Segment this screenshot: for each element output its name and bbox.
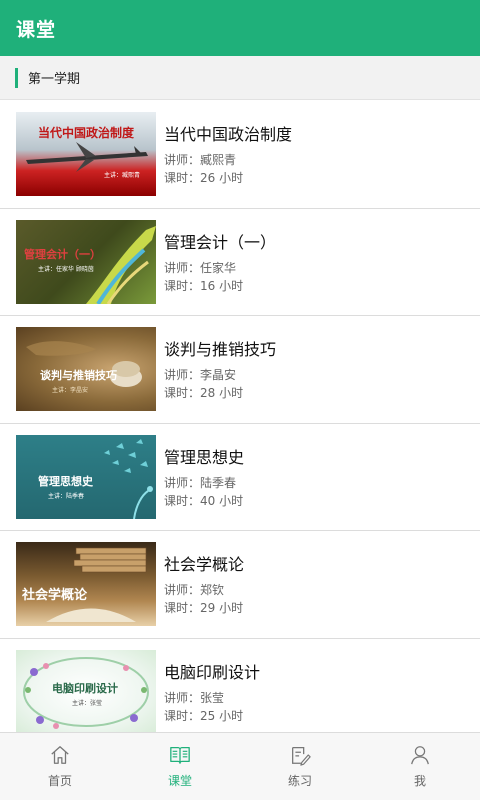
- course-hours: 课时：40 小时: [164, 493, 244, 508]
- course-teacher: 讲师：臧熙青: [164, 153, 237, 168]
- thumbnail-title: 当代中国政治制度: [38, 126, 135, 141]
- home-icon: [51, 746, 69, 764]
- thumbnail-title: 管理会计（一）: [24, 247, 101, 261]
- course-item[interactable]: 谈判与推销技巧 主讲：李晶安 谈判与推销技巧 讲师：李晶安 课时：28 小时: [0, 316, 480, 424]
- course-title: 谈判与推销技巧: [164, 340, 277, 360]
- tab-classroom[interactable]: 课堂: [120, 733, 240, 800]
- tab-classroom-label: 课堂: [167, 774, 192, 788]
- course-thumbnail: 当代中国政治制度 主讲：臧熙青: [16, 112, 156, 197]
- course-hours: 课时：28 小时: [164, 386, 244, 401]
- tab-home-label: 首页: [47, 774, 72, 788]
- course-info: 当代中国政治制度 讲师：臧熙青 课时：26 小时: [164, 121, 292, 187]
- course-item[interactable]: 当代中国政治制度 主讲：臧熙青 当代中国政治制度 讲师：臧熙青 课时：26 小时: [0, 101, 480, 209]
- course-item[interactable]: 社会学概论 社会学概论 讲师：郑钦 课时：29 小时: [0, 531, 480, 639]
- course-thumbnail: 电脑印刷设计 主讲：张莹: [16, 649, 156, 732]
- thumbnail-title: 谈判与推销技巧: [40, 369, 117, 383]
- edit-icon: [292, 747, 311, 766]
- course-teacher: 讲师：陆季春: [164, 475, 237, 490]
- bottom-tab-bar: 首页 课堂 练习 我: [0, 732, 480, 800]
- section-accent-bar: [15, 67, 18, 88]
- thumbnail-subtitle: 主讲：李晶安: [52, 387, 89, 395]
- thumbnail-subtitle: 主讲：陆季春: [48, 492, 85, 500]
- course-thumbnail: 谈判与推销技巧 主讲：李晶安: [16, 327, 156, 412]
- user-icon: [411, 746, 429, 765]
- course-title: 管理会计（一）: [164, 232, 277, 252]
- thumbnail-title: 电脑印刷设计: [52, 681, 118, 695]
- arrow-graphic-icon: [86, 225, 156, 304]
- course-title: 当代中国政治制度: [164, 125, 293, 145]
- course-info: 社会学概论 讲师：郑钦 课时：29 小时: [164, 551, 244, 617]
- course-teacher: 讲师：张莹: [164, 690, 225, 705]
- course-item[interactable]: 管理思想史 主讲：陆季春 管理思想史 讲师：陆季春 课时：40 小时: [0, 423, 480, 531]
- course-hours: 课时：29 小时: [164, 601, 244, 616]
- course-info: 管理会计（一） 讲师：任家华 课时：16 小时: [164, 229, 276, 295]
- course-hours: 课时：26 小时: [164, 171, 244, 186]
- course-teacher: 讲师：郑钦: [164, 583, 225, 598]
- course-info: 谈判与推销技巧 讲师：李晶安 课时：28 小时: [164, 336, 276, 402]
- course-hours: 课时：16 小时: [164, 278, 244, 293]
- course-thumbnail: 管理会计（一） 主讲：任家华 顾晓茵: [16, 219, 156, 304]
- course-item[interactable]: 电脑印刷设计 主讲：张莹 电脑印刷设计 讲师：张莹 课时：25 小时: [0, 638, 480, 732]
- tab-me[interactable]: 我: [360, 733, 480, 800]
- course-info: 管理思想史 讲师：陆季春 课时：40 小时: [164, 444, 244, 510]
- course-title: 管理思想史: [164, 447, 245, 467]
- tab-home[interactable]: 首页: [0, 733, 120, 800]
- course-hours: 课时：25 小时: [164, 708, 244, 723]
- course-list: 当代中国政治制度 主讲：臧熙青 当代中国政治制度 讲师：臧熙青 课时：26 小时…: [0, 101, 480, 732]
- tab-practice-label: 练习: [287, 774, 312, 788]
- course-title: 电脑印刷设计: [164, 662, 261, 682]
- thumbnail-title: 管理思想史: [38, 474, 93, 488]
- thumbnail-subtitle: 主讲：张莹: [72, 699, 103, 707]
- course-title: 社会学概论: [164, 555, 245, 575]
- course-info: 电脑印刷设计 讲师：张莹 课时：25 小时: [164, 659, 260, 725]
- course-thumbnail: 社会学概论: [16, 542, 156, 627]
- thumbnail-subtitle: 主讲：臧熙青: [104, 172, 141, 180]
- page-title: 课堂: [16, 18, 57, 41]
- thumbnail-title: 社会学概论: [22, 588, 88, 604]
- course-item[interactable]: 管理会计（一） 主讲：任家华 顾晓茵 管理会计（一） 讲师：任家华 课时：16 …: [0, 208, 480, 316]
- course-thumbnail: 管理思想史 主讲：陆季春: [16, 434, 156, 519]
- book-icon: [170, 747, 190, 764]
- tab-me-label: 我: [413, 774, 426, 788]
- tab-practice[interactable]: 练习: [240, 733, 360, 800]
- semester-label: 第一学期: [28, 72, 81, 87]
- app-header: 课堂: [0, 0, 480, 56]
- course-teacher: 讲师：任家华: [164, 260, 237, 275]
- thumbnail-subtitle: 主讲：任家华 顾晓茵: [38, 265, 94, 273]
- course-teacher: 讲师：李晶安: [164, 368, 237, 383]
- semester-header: 第一学期: [0, 56, 480, 100]
